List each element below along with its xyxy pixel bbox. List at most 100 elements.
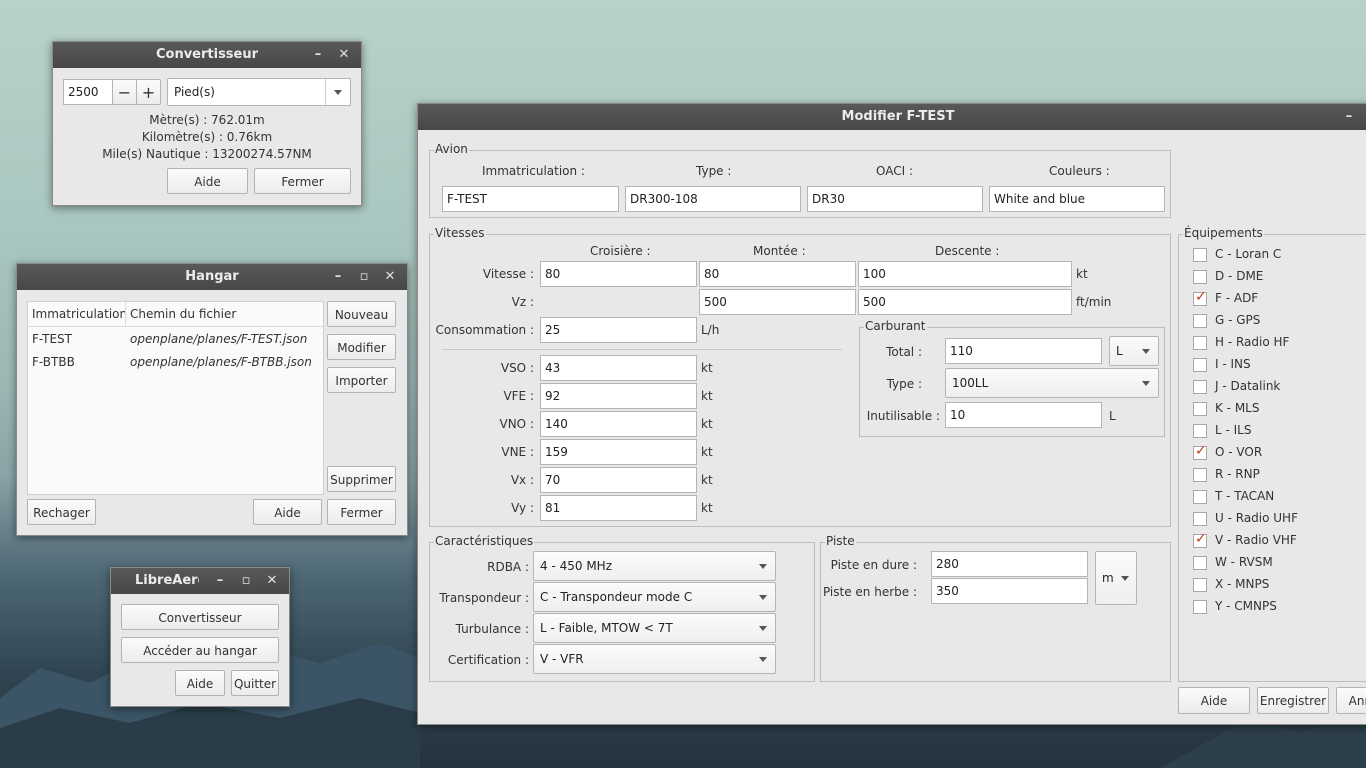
type-input[interactable]: DR300-108 bbox=[625, 186, 801, 212]
equipment-item[interactable]: ✓ V - Radio VHF bbox=[1193, 531, 1366, 551]
hangar-import-button[interactable]: Importer bbox=[327, 367, 396, 393]
consumption-input[interactable]: 25 bbox=[540, 317, 697, 343]
equipment-item[interactable]: U - Radio UHF bbox=[1193, 511, 1366, 529]
launcher-help-button[interactable]: Aide bbox=[175, 670, 225, 696]
vz-descent-input[interactable]: 500 bbox=[858, 289, 1072, 315]
column-header-registration[interactable]: Immatriculation bbox=[32, 302, 127, 326]
chevron-down-icon bbox=[1142, 349, 1150, 354]
checkbox[interactable]: ✓ bbox=[1193, 443, 1207, 460]
fuel-unusable-input[interactable]: 10 bbox=[945, 402, 1102, 428]
speed-climb-input[interactable]: 80 bbox=[699, 261, 856, 287]
speed-descent-input[interactable]: 100 bbox=[858, 261, 1072, 287]
hangar-help-button[interactable]: Aide bbox=[253, 499, 322, 525]
checkbox[interactable] bbox=[1193, 556, 1207, 570]
runway-unit-select[interactable]: m bbox=[1095, 551, 1137, 605]
hangar-edit-button[interactable]: Modifier bbox=[327, 334, 396, 360]
minimize-icon[interactable]: – bbox=[327, 264, 349, 290]
checkbox[interactable] bbox=[1193, 424, 1207, 438]
fuel-type-select[interactable]: 100LL bbox=[945, 368, 1159, 398]
certification-select[interactable]: V - VFR bbox=[533, 644, 776, 674]
column-header-path[interactable]: Chemin du fichier bbox=[130, 302, 236, 326]
converter-window: Convertisseur – ✕ 2500 − + Pied(s) Mètre… bbox=[52, 41, 362, 206]
maximize-icon[interactable]: ▫ bbox=[235, 568, 257, 594]
vfe-input[interactable]: 92 bbox=[540, 383, 697, 409]
editor-help-button[interactable]: Aide bbox=[1178, 687, 1250, 714]
close-icon[interactable]: ✕ bbox=[333, 42, 355, 68]
vx-input[interactable]: 70 bbox=[540, 467, 697, 493]
hangar-reload-button[interactable]: Rechager bbox=[27, 499, 96, 525]
checkbox[interactable] bbox=[1193, 380, 1207, 394]
fuel-total-input[interactable]: 110 bbox=[945, 338, 1102, 364]
checkbox[interactable]: ✓ bbox=[1193, 289, 1207, 306]
carburant-group: Carburant Total : 110 L Type : 100LL Inu… bbox=[859, 319, 1165, 437]
checkbox[interactable] bbox=[1193, 314, 1207, 328]
equipment-item[interactable]: W - RVSM bbox=[1193, 555, 1366, 573]
checkbox[interactable]: ✓ bbox=[1193, 531, 1207, 548]
equipment-item[interactable]: G - GPS bbox=[1193, 313, 1366, 331]
fuel-unit-select[interactable]: L bbox=[1109, 336, 1159, 366]
maximize-icon[interactable]: ▫ bbox=[353, 264, 375, 290]
equipment-item[interactable]: ✓ O - VOR bbox=[1193, 443, 1366, 463]
close-icon[interactable]: ✕ bbox=[379, 264, 401, 290]
checkbox[interactable] bbox=[1193, 402, 1207, 416]
transponder-select[interactable]: C - Transpondeur mode C bbox=[533, 582, 776, 612]
hangar-close-button[interactable]: Fermer bbox=[327, 499, 396, 525]
table-row[interactable]: F-TEST openplane/planes/F-TEST.json bbox=[28, 328, 323, 350]
converter-decrement-button[interactable]: − bbox=[112, 79, 137, 105]
hangar-new-button[interactable]: Nouveau bbox=[327, 301, 396, 327]
turbulence-select[interactable]: L - Faible, MTOW < 7T bbox=[533, 613, 776, 643]
speed-cruise-input[interactable]: 80 bbox=[540, 261, 697, 287]
equipment-item[interactable]: C - Loran C bbox=[1193, 247, 1366, 265]
close-icon[interactable]: ✕ bbox=[261, 568, 283, 594]
editor-save-button[interactable]: Enregistrer bbox=[1257, 687, 1329, 714]
colors-input[interactable]: White and blue bbox=[989, 186, 1165, 212]
vy-input[interactable]: 81 bbox=[540, 495, 697, 521]
equipment-item[interactable]: J - Datalink bbox=[1193, 379, 1366, 397]
converter-increment-button[interactable]: + bbox=[136, 79, 161, 105]
hard-runway-input[interactable]: 280 bbox=[931, 551, 1088, 577]
checkbox[interactable] bbox=[1193, 336, 1207, 350]
grass-runway-input[interactable]: 350 bbox=[931, 578, 1088, 604]
editor-cancel-button[interactable]: Annuler bbox=[1336, 687, 1366, 714]
equipment-item[interactable]: H - Radio HF bbox=[1193, 335, 1366, 353]
equipment-item[interactable]: Y - CMNPS bbox=[1193, 599, 1366, 617]
converter-help-button[interactable]: Aide bbox=[167, 168, 248, 194]
equipment-item[interactable]: T - TACAN bbox=[1193, 489, 1366, 507]
equipment-item[interactable]: D - DME bbox=[1193, 269, 1366, 287]
equipment-item[interactable]: K - MLS bbox=[1193, 401, 1366, 419]
minimize-icon[interactable]: – bbox=[209, 568, 231, 594]
vso-input[interactable]: 43 bbox=[540, 355, 697, 381]
checkbox[interactable] bbox=[1193, 270, 1207, 284]
checkbox[interactable] bbox=[1193, 578, 1207, 592]
equipment-item[interactable]: ✓ F - ADF bbox=[1193, 289, 1366, 309]
vne-input[interactable]: 159 bbox=[540, 439, 697, 465]
oaci-input[interactable]: DR30 bbox=[807, 186, 983, 212]
launcher-hangar-button[interactable]: Accéder au hangar bbox=[121, 637, 279, 663]
rdba-select[interactable]: 4 - 450 MHz bbox=[533, 551, 776, 581]
equipment-item[interactable]: R - RNP bbox=[1193, 467, 1366, 485]
minimize-icon[interactable]: – bbox=[1338, 104, 1360, 130]
hangar-delete-button[interactable]: Supprimer bbox=[327, 466, 396, 492]
equipment-item[interactable]: L - ILS bbox=[1193, 423, 1366, 441]
checkbox[interactable] bbox=[1193, 600, 1207, 614]
equipment-label: H - Radio HF bbox=[1215, 335, 1290, 349]
converter-close-button[interactable]: Fermer bbox=[254, 168, 351, 194]
checkbox[interactable] bbox=[1193, 468, 1207, 482]
checkbox[interactable] bbox=[1193, 358, 1207, 372]
checkbox[interactable] bbox=[1193, 512, 1207, 526]
checkbox[interactable] bbox=[1193, 248, 1207, 262]
converter-value-input[interactable]: 2500 bbox=[63, 79, 113, 105]
vz-climb-input[interactable]: 500 bbox=[699, 289, 856, 315]
equipment-item[interactable]: X - MNPS bbox=[1193, 577, 1366, 595]
registration-input[interactable]: F-TEST bbox=[442, 186, 619, 212]
launcher-quit-button[interactable]: Quitter bbox=[231, 670, 279, 696]
table-row[interactable]: F-BTBB openplane/planes/F-BTBB.json bbox=[28, 351, 323, 373]
vno-input[interactable]: 140 bbox=[540, 411, 697, 437]
checkbox[interactable] bbox=[1193, 490, 1207, 504]
equipment-item[interactable]: I - INS bbox=[1193, 357, 1366, 375]
consumption-unit: L/h bbox=[701, 323, 720, 337]
minimize-icon[interactable]: – bbox=[307, 42, 329, 68]
converter-unit-select[interactable]: Pied(s) bbox=[167, 78, 351, 106]
grass-runway-label: Piste en herbe : bbox=[822, 585, 917, 599]
launcher-converter-button[interactable]: Convertisseur bbox=[121, 604, 279, 630]
